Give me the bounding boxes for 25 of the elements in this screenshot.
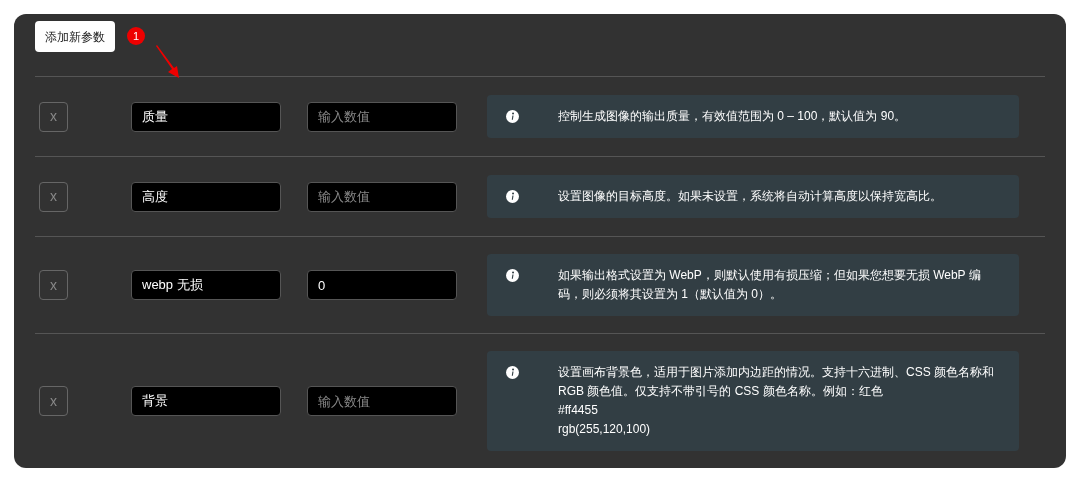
info-icon [506, 269, 519, 282]
info-icon [506, 366, 519, 379]
value-field[interactable]: 0 [307, 270, 457, 300]
info-text: 控制生成图像的输出质量，有效值范围为 0 – 100，默认值为 90。 [558, 108, 907, 125]
info-text: rgb(255,120,100) [558, 421, 652, 438]
remove-button[interactable]: x [39, 270, 68, 300]
info-text: 设置图像的目标高度。如果未设置，系统将自动计算高度以保持宽高比。 [558, 188, 942, 205]
add-parameter-button[interactable]: 添加新参数 [35, 21, 115, 52]
remove-button[interactable]: x [39, 181, 68, 212]
value-field[interactable]: 输入数值 [307, 101, 457, 132]
value-field[interactable]: 输入数值 [307, 181, 457, 212]
annotation-arrow [155, 45, 180, 79]
info-icon [506, 190, 519, 203]
info-text: #ff4455 [558, 402, 599, 419]
info-icon [506, 110, 519, 123]
name-field[interactable]: 背景 [131, 386, 281, 416]
info-text: 设置画布背景色，适用于图片添加内边距的情况。支持十六进制、CSS 颜色名称和 RGB 颜色值。仅支持不带引号的 CSS 颜色名称。例如：红色 [558, 364, 995, 400]
annotation-badge: 1 [127, 27, 145, 45]
name-field[interactable]: 质量 [131, 101, 281, 132]
remove-button[interactable]: x [39, 101, 68, 132]
remove-button[interactable]: x [39, 386, 68, 416]
value-field[interactable]: 输入数值 [307, 386, 457, 416]
name-field[interactable]: webp 无损 [131, 270, 281, 300]
info-text: 如果输出格式设置为 WebP，则默认使用有损压缩；但如果您想要无损 WebP 编码，则必须将其设置为 1（默认值为 0）。 [558, 267, 982, 303]
name-field[interactable]: 高度 [131, 181, 281, 212]
